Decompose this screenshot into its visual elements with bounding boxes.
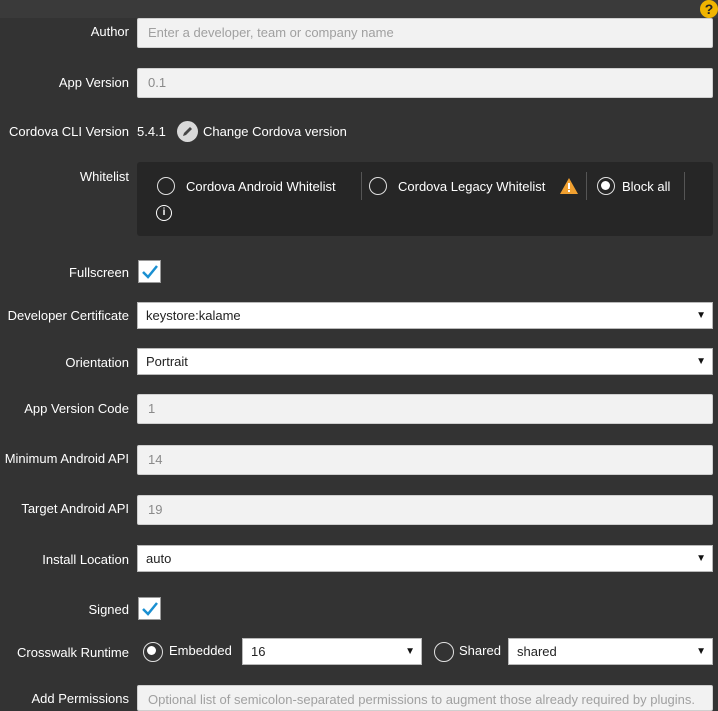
whitelist-label: Whitelist [79,169,129,184]
fullscreen-label: Fullscreen [69,265,129,280]
chevron-down-icon: ▼ [696,646,706,657]
help-icon[interactable]: ? [700,0,718,18]
whitelist-radio-android[interactable] [157,177,175,195]
target-android-api-input[interactable]: 19 [137,495,713,525]
divider [361,172,362,200]
install-location-label: Install Location [42,552,129,567]
whitelist-panel [137,162,713,236]
app-version-label: App Version [58,75,129,90]
cordova-cli-version: 5.4.1 [137,124,166,139]
orientation-label: Orientation [65,355,129,370]
min-android-api-label: Minimum Android API [4,451,129,466]
whitelist-option-block-all[interactable]: Block all [622,179,670,194]
divider [586,172,587,200]
crosswalk-runtime-label: Crosswalk Runtime [17,645,129,660]
check-icon [142,265,158,279]
crosswalk-shared-label[interactable]: Shared [459,643,501,658]
install-location-value: auto [146,551,172,566]
whitelist-radio-block-all[interactable] [597,177,615,195]
min-android-api-input[interactable]: 14 [137,445,713,475]
crosswalk-embedded-select[interactable]: 16 ▼ [242,638,422,665]
signed-label: Signed [88,602,129,617]
whitelist-radio-legacy[interactable] [369,177,387,195]
app-version-input[interactable]: 0.1 [137,68,713,98]
chevron-down-icon: ▼ [696,310,706,321]
crosswalk-embedded-label[interactable]: Embedded [169,643,232,658]
whitelist-option-android[interactable]: Cordova Android Whitelist [186,179,336,194]
add-permissions-input[interactable]: Optional list of semicolon-separated per… [137,685,713,711]
developer-certificate-value: keystore:kalame [146,308,241,323]
cordova-cli-label: Cordova CLI Version [9,124,129,139]
install-location-select[interactable]: auto ▼ [137,545,713,572]
crosswalk-embedded-value: 16 [251,644,266,659]
info-icon[interactable]: i [156,205,172,221]
app-version-code-input[interactable]: 1 [137,394,713,424]
divider [684,172,685,200]
change-cordova-version-link[interactable]: Change Cordova version [203,124,347,139]
signed-checkbox[interactable] [138,597,161,620]
chevron-down-icon: ▼ [696,356,706,367]
author-input[interactable]: Enter a developer, team or company name [137,18,713,48]
fullscreen-checkbox[interactable] [138,260,161,283]
pencil-icon[interactable] [177,121,198,142]
target-android-api-label: Target Android API [21,501,129,516]
crosswalk-shared-value: shared [517,644,557,659]
orientation-value: Portrait [146,354,188,369]
top-bar [0,0,718,18]
crosswalk-radio-shared[interactable] [434,642,454,662]
crosswalk-radio-embedded[interactable] [143,642,163,662]
chevron-down-icon: ▼ [696,553,706,564]
author-label: Author [90,24,129,39]
warning-icon [560,178,578,197]
crosswalk-shared-select[interactable]: shared ▼ [508,638,713,665]
developer-certificate-label: Developer Certificate [7,308,129,323]
whitelist-option-legacy[interactable]: Cordova Legacy Whitelist [398,179,545,194]
chevron-down-icon: ▼ [405,646,415,657]
developer-certificate-select[interactable]: keystore:kalame ▼ [137,302,713,329]
orientation-select[interactable]: Portrait ▼ [137,348,713,375]
check-icon [142,602,158,616]
app-version-code-label: App Version Code [24,401,129,416]
add-permissions-label: Add Permissions [31,691,129,706]
